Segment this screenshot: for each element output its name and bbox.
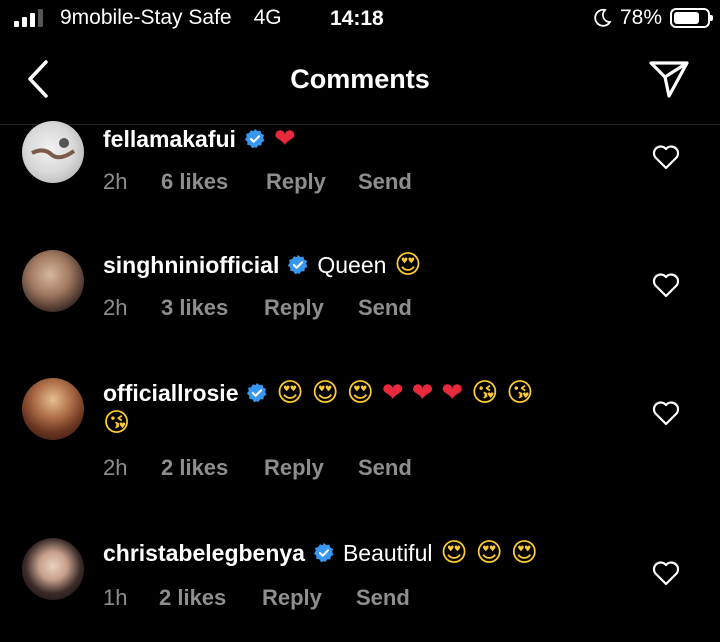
heart-outline-icon[interactable]	[652, 560, 680, 586]
comment-username[interactable]: fellamakafui	[103, 126, 236, 153]
carrier-name: 9mobile-Stay Safe	[60, 6, 232, 29]
comment-likes[interactable]: 3 likes	[161, 295, 264, 321]
comment-username[interactable]: officiallrosie	[103, 380, 238, 407]
direct-message-icon[interactable]	[648, 58, 690, 100]
reply-button[interactable]: Reply	[264, 295, 358, 321]
heart-outline-icon[interactable]	[652, 400, 680, 426]
status-bar-left: 9mobile-Stay Safe 4G	[14, 6, 282, 30]
heart-eyes-emoji: 😍	[394, 250, 422, 280]
status-bar-right: 78%	[592, 6, 713, 30]
comment-meta: 2h 2 likes Reply Send	[103, 455, 412, 481]
battery-percentage: 78%	[619, 6, 662, 29]
heart-eyes-emoji: 😍	[440, 538, 468, 568]
heart-emoji: ❤	[381, 378, 404, 408]
comment-item: singhniniofficial Queen 😍 2h 3 likes Rep…	[0, 250, 720, 340]
verified-badge-icon	[313, 542, 334, 563]
heart-outline-icon[interactable]	[652, 144, 680, 170]
heart-eyes-emoji: 😍	[311, 378, 339, 408]
header: Comments	[0, 40, 720, 125]
comment-time: 2h	[103, 295, 128, 320]
verified-badge-icon	[288, 254, 308, 275]
comment-text: Queen	[317, 251, 387, 278]
comment-item: officiallrosie 😍 😍 😍 ❤ ❤ ❤ 😘 😘 😘 2h 2 li…	[0, 378, 720, 488]
network-type: 4G	[253, 6, 282, 29]
comment-time: 2h	[103, 455, 128, 480]
send-button[interactable]: Send	[358, 169, 412, 195]
heart-eyes-emoji: 😍	[475, 538, 503, 568]
comment-line-2: 😘	[103, 408, 130, 438]
comment-username[interactable]: christabelegbenya	[103, 540, 305, 567]
moon-icon	[594, 8, 612, 27]
avatar[interactable]	[22, 250, 84, 312]
page-title: Comments	[290, 64, 430, 94]
comment-text: Beautiful	[342, 539, 433, 566]
battery-icon	[670, 8, 713, 28]
kiss-emoji: 😘	[471, 378, 499, 408]
kiss-emoji: 😘	[506, 378, 534, 408]
kiss-emoji: 😘	[103, 408, 131, 438]
heart-outline-icon[interactable]	[652, 272, 680, 298]
comment-username[interactable]: singhniniofficial	[103, 252, 279, 279]
heart-emoji: ❤	[411, 378, 434, 408]
signal-strength-icon	[14, 9, 54, 27]
avatar[interactable]	[22, 121, 84, 183]
comment-meta: 2h 6 likes Reply Send	[103, 169, 412, 195]
avatar[interactable]	[22, 378, 84, 440]
avatar[interactable]	[22, 538, 84, 600]
comment-line: singhniniofficial Queen 😍	[103, 250, 422, 280]
comment-item: fellamakafui ❤ 2h 6 likes Reply Send	[0, 121, 720, 214]
comment-line: christabelegbenya Beautiful 😍 😍 😍	[103, 538, 538, 568]
reply-button[interactable]: Reply	[262, 585, 356, 611]
verified-badge-icon	[247, 382, 268, 403]
comment-time: 2h	[103, 169, 128, 194]
status-bar: 9mobile-Stay Safe 4G 14:18 78%	[0, 0, 720, 40]
comment-line: fellamakafui ❤	[103, 124, 296, 154]
heart-eyes-emoji: 😍	[510, 538, 538, 568]
comment-item: christabelegbenya Beautiful 😍 😍 😍 1h 2 l…	[0, 538, 720, 638]
comment-meta: 1h 2 likes Reply Send	[103, 585, 410, 611]
heart-emoji: ❤	[273, 124, 296, 154]
heart-emoji: ❤	[441, 378, 464, 408]
comment-likes[interactable]: 2 likes	[161, 455, 264, 481]
send-button[interactable]: Send	[358, 295, 412, 321]
send-button[interactable]: Send	[356, 585, 410, 611]
send-button[interactable]: Send	[358, 455, 412, 481]
comment-likes[interactable]: 2 likes	[159, 585, 262, 611]
battery-fill	[674, 12, 699, 24]
comment-line: officiallrosie 😍 😍 😍 ❤ ❤ ❤ 😘 😘	[103, 378, 533, 408]
comment-likes[interactable]: 6 likes	[161, 169, 266, 195]
verified-badge-icon	[244, 128, 265, 149]
comment-time: 1h	[103, 585, 128, 610]
comment-meta: 2h 3 likes Reply Send	[103, 295, 412, 321]
heart-eyes-emoji: 😍	[346, 378, 374, 408]
status-time: 14:18	[330, 7, 384, 30]
reply-button[interactable]: Reply	[266, 169, 358, 195]
heart-eyes-emoji: 😍	[276, 378, 304, 408]
reply-button[interactable]: Reply	[264, 455, 358, 481]
